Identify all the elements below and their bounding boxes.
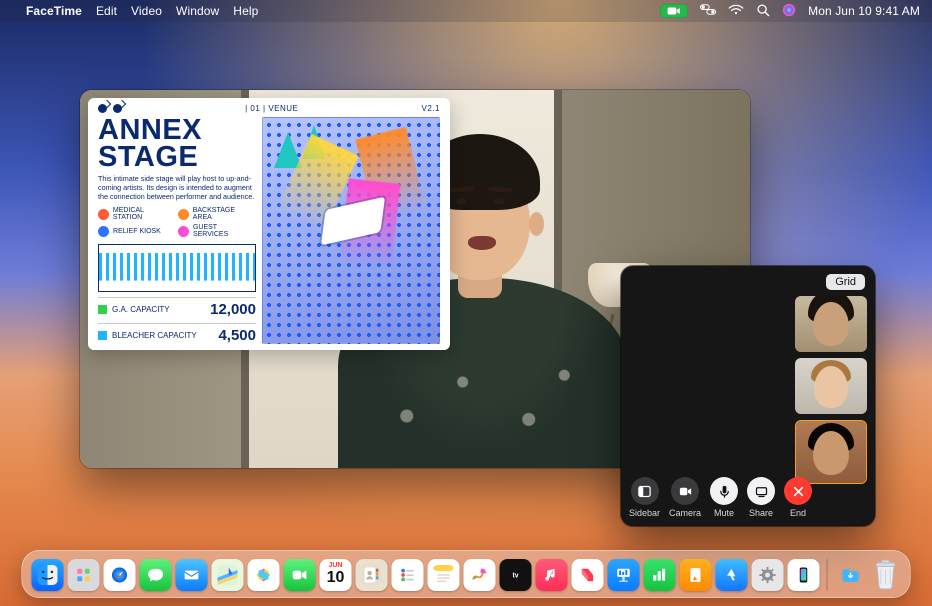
capacity-swatch-icon xyxy=(98,331,107,340)
dock-app-mail[interactable] xyxy=(176,559,208,591)
sidebar-button[interactable] xyxy=(631,477,659,505)
legend-label: MEDICAL STATION xyxy=(113,207,174,221)
participant-tile[interactable] xyxy=(795,358,867,414)
share-logo-icon xyxy=(98,104,122,113)
dock-downloads[interactable] xyxy=(835,559,867,591)
dock-app-safari[interactable] xyxy=(104,559,136,591)
spotlight-search-icon[interactable] xyxy=(756,3,770,20)
share-version: V2.1 xyxy=(422,104,440,113)
legend-dot-icon xyxy=(98,209,109,220)
camera-control: Camera xyxy=(669,477,701,518)
dock-app-keynote[interactable] xyxy=(608,559,640,591)
dock-app-appstore[interactable] xyxy=(716,559,748,591)
dock-app-facetime[interactable] xyxy=(284,559,316,591)
capacity-value: 4,500 xyxy=(218,327,256,344)
siri-icon[interactable] xyxy=(782,3,796,20)
mute-button[interactable] xyxy=(710,477,738,505)
participant-tile[interactable] xyxy=(795,296,867,352)
dock-app-pages[interactable] xyxy=(680,559,712,591)
dock-app-notes[interactable] xyxy=(428,559,460,591)
menu-window[interactable]: Window xyxy=(176,4,219,18)
dock-app-contacts[interactable] xyxy=(356,559,388,591)
legend-dot-icon xyxy=(178,209,189,220)
svg-text:tv: tv xyxy=(512,573,518,580)
dock-app-finder[interactable] xyxy=(32,559,64,591)
calendar-day: 10 xyxy=(327,569,345,587)
dock-separator xyxy=(827,559,828,591)
dock-app-settings[interactable] xyxy=(752,559,784,591)
legend-label: RELIEF KIOSK xyxy=(113,228,161,235)
menu-help[interactable]: Help xyxy=(233,4,258,18)
share-capacity-row: G.A. CAPACITY 12,000 xyxy=(98,297,256,318)
control-label: Mute xyxy=(714,508,734,518)
dock-app-photos[interactable] xyxy=(248,559,280,591)
control-center-icon[interactable] xyxy=(700,4,716,18)
dock-app-reminders[interactable] xyxy=(392,559,424,591)
end-control: End xyxy=(784,477,812,518)
share-description: This intimate side stage will play host … xyxy=(98,174,256,201)
control-label: Sidebar xyxy=(629,508,660,518)
dock-trash[interactable] xyxy=(871,557,901,591)
end-call-button[interactable] xyxy=(784,477,812,505)
control-label: End xyxy=(790,508,806,518)
dock: JUN 10 tv xyxy=(22,550,911,598)
grid-view-button[interactable]: Grid xyxy=(826,274,865,290)
share-breadcrumb: | 01 | VENUE xyxy=(245,104,298,113)
wifi-icon[interactable] xyxy=(728,4,744,19)
shared-screen-content: | 01 | VENUE V2.1 ANNEX STAGE This intim… xyxy=(88,98,450,350)
menu-bar: FaceTime Edit Video Window Help Mon Jun … xyxy=(0,0,932,22)
legend-label: GUEST SERVICES xyxy=(193,224,254,238)
share-3d-map xyxy=(262,117,440,344)
share-legend: MEDICAL STATION BACKSTAGE AREA RELIEF KI… xyxy=(98,207,256,238)
share-control: Share xyxy=(747,477,775,518)
dock-app-calendar[interactable]: JUN 10 xyxy=(320,559,352,591)
dock-app-launchpad[interactable] xyxy=(68,559,100,591)
menu-clock[interactable]: Mon Jun 10 9:41 AM xyxy=(808,4,920,18)
capacity-value: 12,000 xyxy=(210,301,256,318)
mute-control: Mute xyxy=(710,477,738,518)
sidebar-control: Sidebar xyxy=(629,477,660,518)
share-button[interactable] xyxy=(747,477,775,505)
legend-label: BACKSTAGE AREA xyxy=(193,207,254,221)
share-mini-map xyxy=(98,244,256,292)
capacity-swatch-icon xyxy=(98,305,107,314)
capacity-label: BLEACHER CAPACITY xyxy=(112,331,197,340)
menu-app-name[interactable]: FaceTime xyxy=(26,4,82,18)
control-label: Share xyxy=(749,508,773,518)
legend-dot-icon xyxy=(178,226,189,237)
participant-tiles xyxy=(795,296,867,484)
dock-app-maps[interactable] xyxy=(212,559,244,591)
dock-app-messages[interactable] xyxy=(140,559,172,591)
dock-app-tv[interactable]: tv xyxy=(500,559,532,591)
calendar-month: JUN xyxy=(328,562,342,569)
dock-app-freeform[interactable] xyxy=(464,559,496,591)
dock-app-news[interactable] xyxy=(572,559,604,591)
dock-app-music[interactable] xyxy=(536,559,568,591)
camera-button[interactable] xyxy=(671,477,699,505)
self-view-tile[interactable] xyxy=(795,420,867,484)
facetime-controls-window[interactable]: Grid Sidebar Camera Mute Share End xyxy=(621,266,875,526)
dock-app-iphone-mirroring[interactable] xyxy=(788,559,820,591)
camera-in-use-indicator-icon[interactable] xyxy=(660,4,688,18)
menu-edit[interactable]: Edit xyxy=(96,4,117,18)
call-controls: Sidebar Camera Mute Share End xyxy=(629,477,812,518)
share-title-line1: ANNEX xyxy=(98,117,256,144)
share-capacity-row: BLEACHER CAPACITY 4,500 xyxy=(98,323,256,344)
legend-dot-icon xyxy=(98,226,109,237)
control-label: Camera xyxy=(669,508,701,518)
share-title-line2: STAGE xyxy=(98,144,256,171)
dock-app-numbers[interactable] xyxy=(644,559,676,591)
capacity-label: G.A. CAPACITY xyxy=(112,305,170,314)
menu-video[interactable]: Video xyxy=(131,4,162,18)
